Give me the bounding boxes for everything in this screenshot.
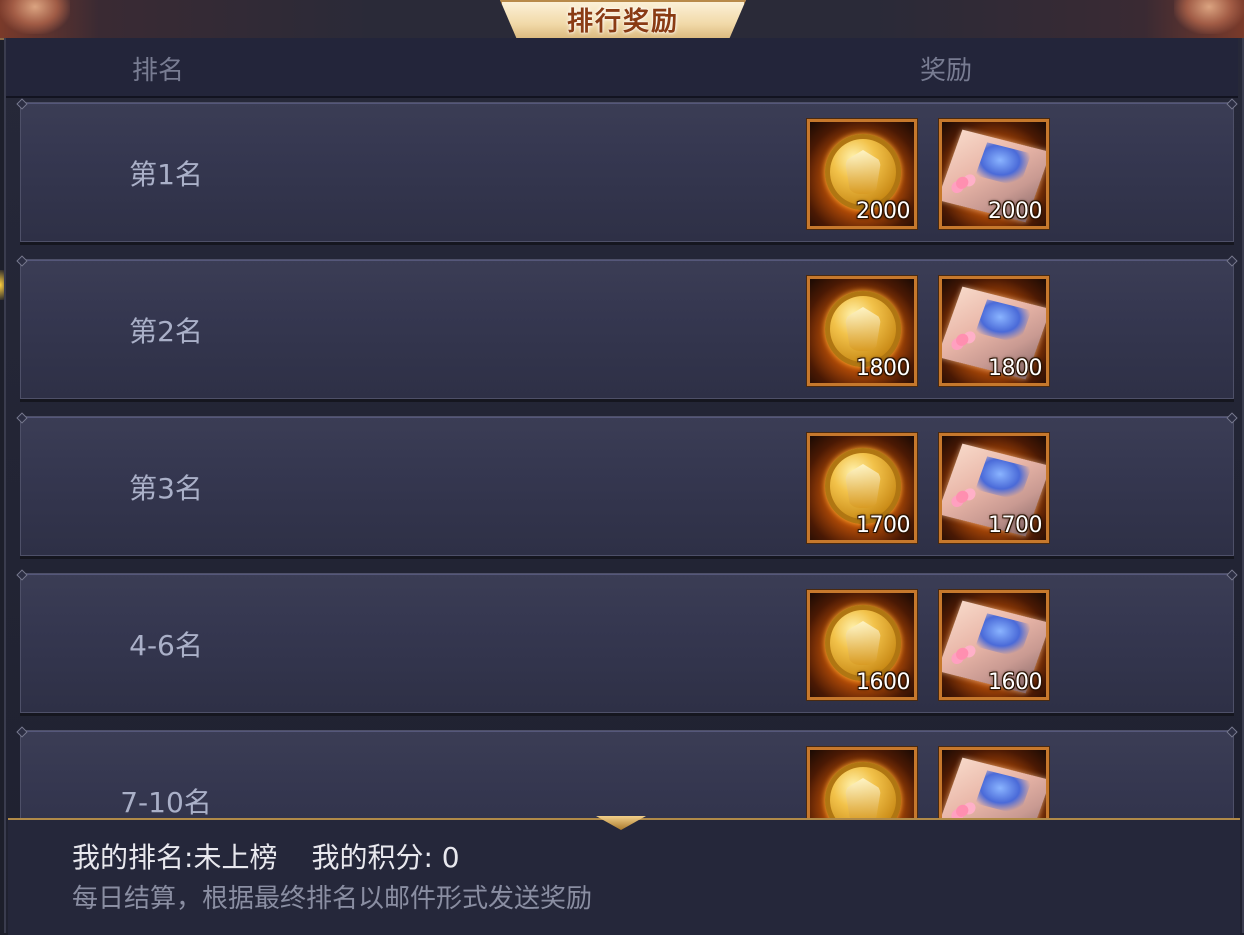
- table-row: 4-6名 1600 1600: [20, 573, 1234, 713]
- table-row: 第3名 1700 1700: [20, 416, 1234, 556]
- table-row: 第2名 1800 1800: [20, 259, 1234, 399]
- rank-label: 第3名: [129, 472, 203, 505]
- reward-quantity: 1600: [988, 670, 1043, 695]
- my-score-value: 0: [441, 841, 460, 874]
- rank-label: 7-10名: [120, 786, 212, 819]
- rank-label: 第2名: [129, 315, 203, 348]
- reward-quantity: 2000: [856, 199, 911, 224]
- reward-item-map-scroll[interactable]: 1700: [938, 432, 1050, 544]
- reward-item-map-scroll[interactable]: 1800: [938, 275, 1050, 387]
- my-rank-line: 我的排名:未上榜 我的积分: 0: [72, 836, 460, 876]
- reward-column-header: 奖励: [920, 56, 973, 86]
- footer-panel: 我的排名:未上榜 我的积分: 0 每日结算，根据最终排名以邮件形式发送奖励: [8, 818, 1240, 935]
- reward-item-gold-coin[interactable]: 1800: [806, 275, 918, 387]
- reward-quantity: 1800: [856, 356, 911, 381]
- reward-item-gold-coin[interactable]: 2000: [806, 118, 918, 230]
- my-rank-value: 未上榜: [193, 841, 278, 874]
- rank-label: 4-6名: [129, 629, 203, 662]
- reward-item-map-scroll[interactable]: 1600: [938, 589, 1050, 701]
- reward-item-gold-coin[interactable]: 1600: [806, 589, 918, 701]
- reward-quantity: 1800: [988, 356, 1043, 381]
- table-row: 第1名 2000 2000: [20, 102, 1234, 242]
- left-cloud-ornament-icon: [0, 0, 70, 34]
- my-score-label: 我的积分:: [311, 841, 433, 874]
- ranking-panel: 排名 奖励 第1名 2000 2000 第2名 1800 1800 第3名 17…: [4, 38, 1244, 933]
- reward-quantity: 1700: [856, 513, 911, 538]
- settlement-note: 每日结算，根据最终排名以邮件形式发送奖励: [72, 884, 593, 914]
- reward-quantity: 1600: [856, 670, 911, 695]
- reward-item-gold-coin[interactable]: 1700: [806, 432, 918, 544]
- title-plate-border: [500, 0, 746, 40]
- reward-item-map-scroll[interactable]: 2000: [938, 118, 1050, 230]
- right-cloud-ornament-icon: [1174, 0, 1244, 34]
- reward-quantity: 1700: [988, 513, 1043, 538]
- reward-quantity: 2000: [988, 199, 1043, 224]
- rank-label: 第1名: [129, 158, 203, 191]
- rank-column-header: 排名: [132, 56, 185, 86]
- my-rank-label: 我的排名:: [72, 841, 194, 874]
- table-header: 排名 奖励: [6, 38, 1238, 98]
